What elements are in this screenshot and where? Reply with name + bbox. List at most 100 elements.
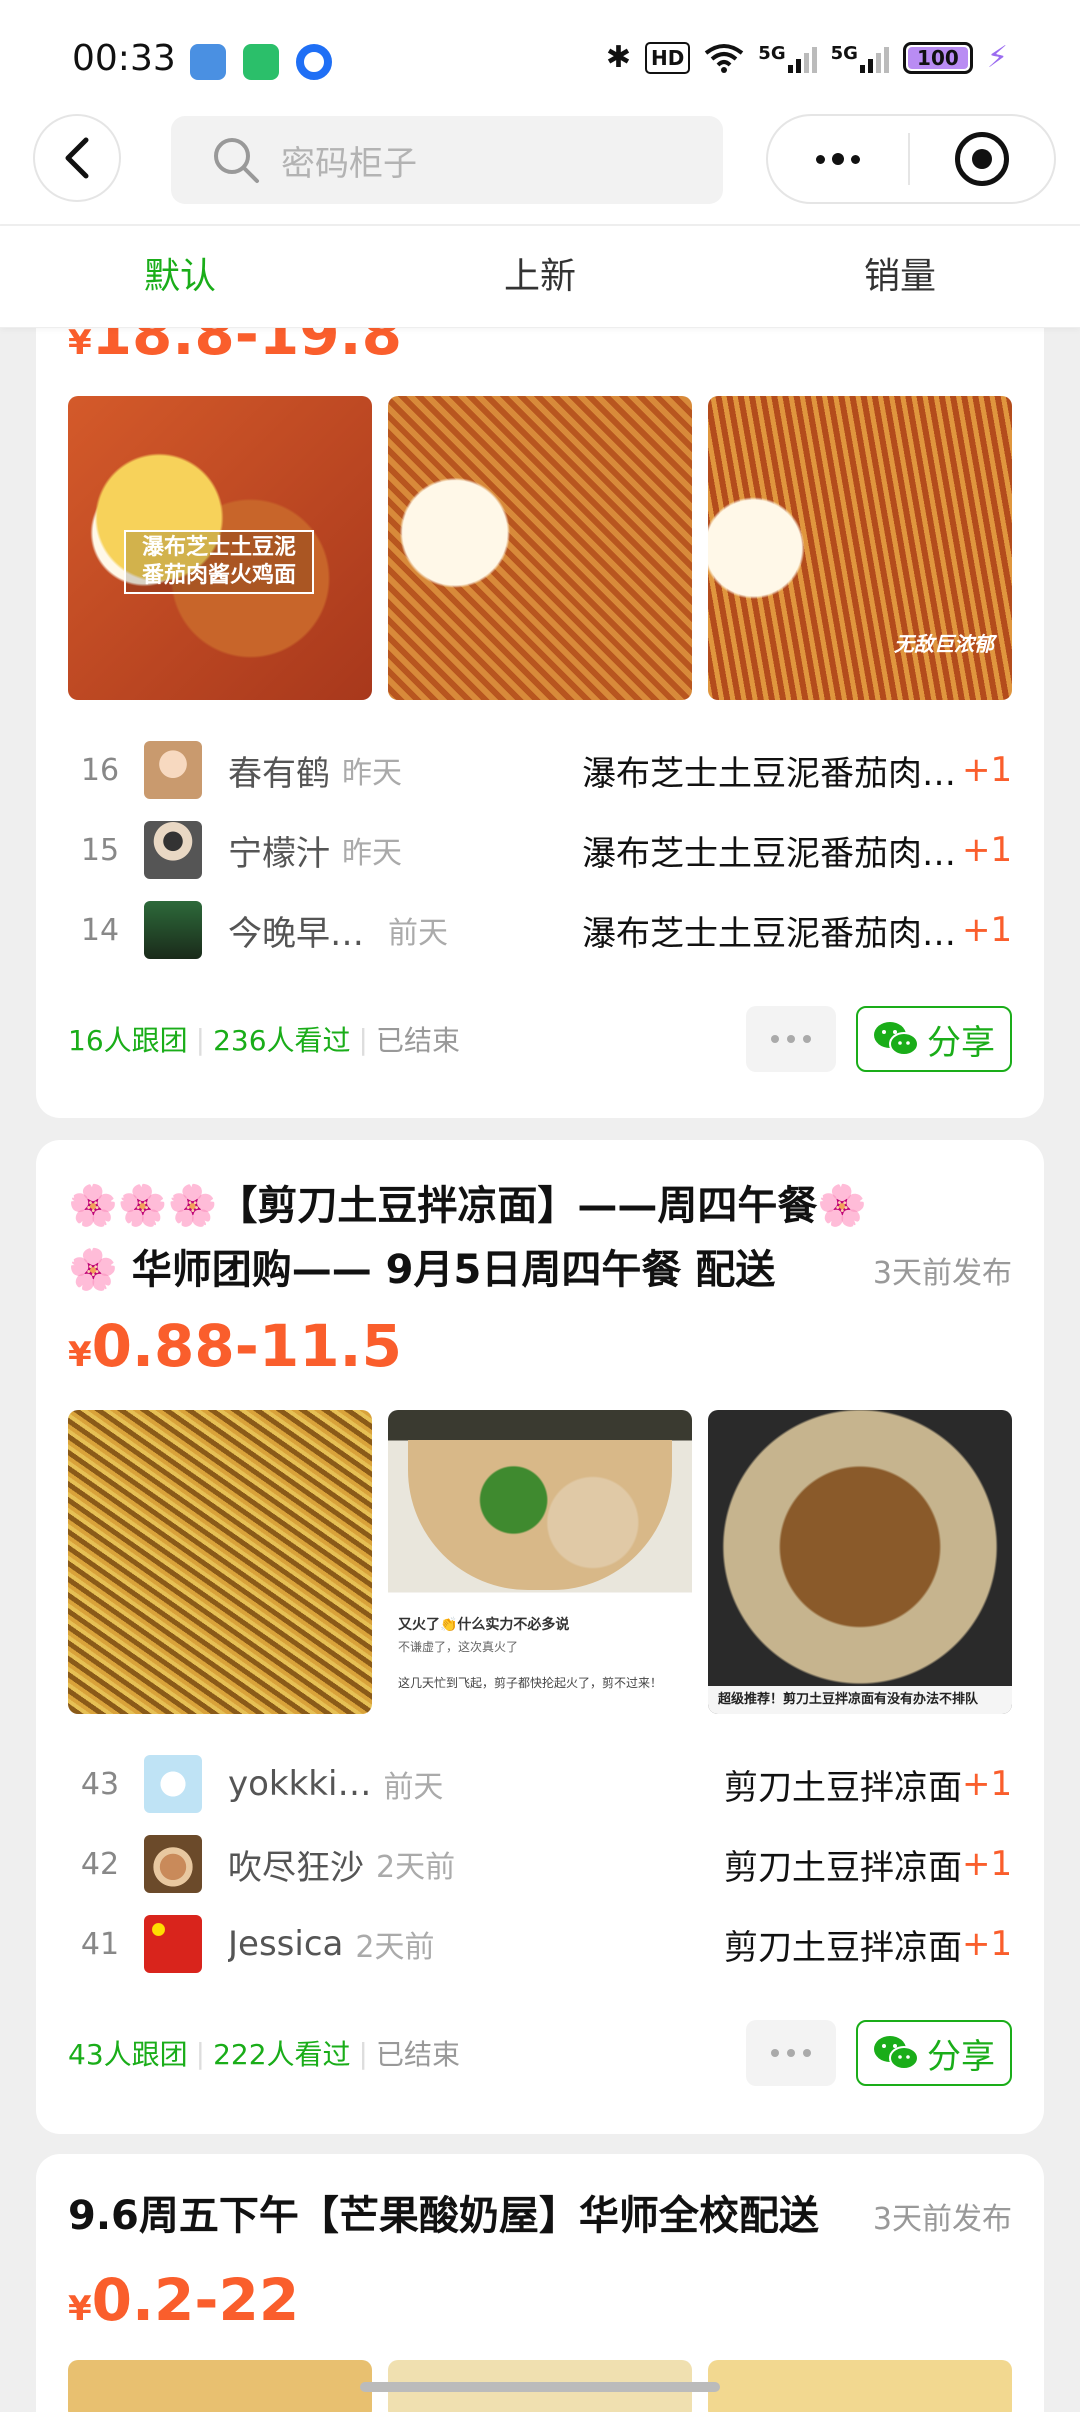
avatar bbox=[144, 741, 202, 799]
group-buy-card[interactable]: ¥18.8-19.8 瀑布芝士土豆泥番茄肉酱火鸡面 无敌巨浓郁 16 春有鹤 昨… bbox=[36, 260, 1044, 1118]
battery-icon: 100 bbox=[902, 41, 973, 74]
product-image[interactable]: 瀑布芝士土豆泥番茄肉酱火鸡面 bbox=[68, 396, 372, 700]
signal-1-icon: 5G bbox=[758, 43, 817, 73]
buyer-time: 前天 bbox=[383, 1770, 444, 1805]
search-icon bbox=[214, 138, 259, 183]
buyer-time: 昨天 bbox=[342, 756, 402, 791]
avatar bbox=[144, 1835, 202, 1893]
group-buy-card[interactable]: 🌸🌸🌸【剪刀土豆拌凉面】——周四午餐🌸 🌸 华师团购—— 9月5日周四午餐 配送… bbox=[36, 1140, 1044, 2134]
product-image[interactable]: 无敌巨浓郁 bbox=[708, 396, 1012, 700]
more-options-button[interactable] bbox=[746, 2020, 836, 2086]
divider: | bbox=[358, 1022, 368, 1056]
avatar bbox=[144, 901, 202, 959]
back-button[interactable] bbox=[33, 114, 121, 202]
group-buy-card[interactable]: 9.6周五下午【芒果酸奶屋】华师全校配送 3天前发布 ¥0.2-22 bbox=[36, 2154, 1044, 2412]
buyer-row: 16 春有鹤 昨天 瀑布芝士土豆泥番茄肉酱火鸡面 +1 bbox=[68, 730, 1012, 810]
price-range: ¥0.2-22 bbox=[68, 2266, 300, 2334]
buyer-name: 宁檬汁 bbox=[228, 833, 330, 874]
status-label: 已结束 bbox=[375, 2038, 460, 2071]
posted-time: 3天前发布 bbox=[858, 1248, 1012, 1292]
charging-icon: ⚡ bbox=[986, 40, 1008, 75]
product-images: 又火了👏什么实力不必多说 不谦虚了，这次真火了 这几天忙到飞起，剪子都快抡起火了… bbox=[68, 1410, 1012, 1714]
tab-new[interactable]: 上新 bbox=[360, 226, 720, 327]
target-icon bbox=[955, 132, 1009, 186]
status-time: 00:33 bbox=[72, 38, 176, 79]
noodle-bowl-graphic bbox=[408, 1440, 672, 1590]
bluetooth-icon: ✱ bbox=[605, 40, 631, 75]
battery-saver-app-icon bbox=[243, 44, 279, 80]
buyer-product: 剪刀土豆拌凉面 bbox=[724, 1847, 962, 1888]
navigation-bar: 密码柜子 bbox=[0, 112, 1080, 224]
share-button[interactable]: 分享 bbox=[856, 1006, 1012, 1072]
divider: | bbox=[195, 1022, 206, 1056]
product-image[interactable] bbox=[68, 2360, 372, 2412]
card-title: 9.6周五下午【芒果酸奶屋】华师全校配送 bbox=[68, 2193, 819, 2239]
status-label: 已结束 bbox=[375, 1024, 460, 1057]
posted-time: 3天前发布 bbox=[858, 2194, 1012, 2238]
buyer-index: 15 bbox=[80, 832, 120, 868]
browser-app-icon bbox=[296, 44, 332, 80]
more-options-button[interactable] bbox=[746, 1006, 836, 1072]
share-label: 分享 bbox=[927, 1022, 995, 1063]
buyer-row: 14 今晚早点睡 前天 瀑布芝士土豆泥番茄肉酱火鸡面 +1 bbox=[68, 890, 1012, 970]
image-caption: 瀑布芝士土豆泥番茄肉酱火鸡面 bbox=[124, 530, 314, 594]
buyer-row: 41 Jessica 2天前 剪刀土豆拌凉面 +1 bbox=[68, 1904, 1012, 1984]
buyer-name: Jessica bbox=[228, 1924, 344, 1964]
product-images: 瀑布芝士土豆泥番茄肉酱火鸡面 无敌巨浓郁 bbox=[68, 396, 1012, 700]
buyer-time: 2天前 bbox=[376, 1850, 456, 1885]
tab-sales[interactable]: 销量 bbox=[720, 226, 1080, 327]
product-image[interactable]: 又火了👏什么实力不必多说 不谦虚了，这次真火了 这几天忙到飞起，剪子都快抡起火了… bbox=[388, 1410, 692, 1714]
buyer-time: 昨天 bbox=[342, 836, 402, 871]
buyer-qty: +1 bbox=[962, 1924, 1013, 1964]
card-title-line-1: 🌸🌸🌸【剪刀土豆拌凉面】——周四午餐🌸 bbox=[68, 1183, 868, 1229]
chevron-left-icon bbox=[65, 137, 89, 179]
views-count: 222人看过 bbox=[213, 2038, 351, 2071]
card-footer: 43人跟团 | 222人看过 | 已结束 分享 bbox=[68, 2020, 1012, 2086]
share-label: 分享 bbox=[927, 2036, 995, 2077]
buyer-row: 43 yokkki… 前天 剪刀土豆拌凉面 +1 bbox=[68, 1744, 1012, 1824]
status-icons: ✱ HD 5G 5G 100 ⚡ bbox=[606, 40, 1008, 75]
search-input[interactable]: 密码柜子 bbox=[171, 116, 723, 204]
buyer-product: 瀑布芝士土豆泥番茄肉酱火鸡面 bbox=[582, 833, 962, 874]
image-caption: 超级推荐！剪刀土豆拌凉面有没有办法不排队 bbox=[708, 1686, 1012, 1714]
buyer-row: 42 吹尽狂沙 2天前 剪刀土豆拌凉面 +1 bbox=[68, 1824, 1012, 1904]
tab-default[interactable]: 默认 bbox=[0, 226, 360, 327]
status-bar: 00:33 ✱ HD 5G 5G 100 ⚡ bbox=[0, 0, 1080, 112]
buyer-time: 2天前 bbox=[355, 1930, 435, 1965]
search-placeholder: 密码柜子 bbox=[281, 143, 417, 184]
image-caption: 无敌巨浓郁 bbox=[894, 632, 994, 656]
image-caption: 又火了👏什么实力不必多说 不谦虚了，这次真火了 这几天忙到飞起，剪子都快抡起火了… bbox=[398, 1617, 663, 1690]
product-image[interactable] bbox=[708, 2360, 1012, 2412]
buyer-row: 15 宁檬汁 昨天 瀑布芝士土豆泥番茄肉酱火鸡面 +1 bbox=[68, 810, 1012, 890]
share-button[interactable]: 分享 bbox=[856, 2020, 1012, 2086]
product-image[interactable]: 超级推荐！剪刀土豆拌凉面有没有办法不排队 bbox=[708, 1410, 1012, 1714]
buyer-product: 剪刀土豆拌凉面 bbox=[724, 1767, 962, 1808]
price-range: ¥0.88-11.5 bbox=[68, 1312, 402, 1380]
card-title-line-2: 🌸 华师团购—— 9月5日周四午餐 配送 bbox=[68, 1247, 776, 1293]
buyer-qty: +1 bbox=[962, 1764, 1013, 1804]
close-miniprogram-button[interactable] bbox=[910, 132, 1054, 186]
followers-count: 16人跟团 bbox=[68, 1024, 188, 1057]
home-indicator[interactable] bbox=[360, 2382, 720, 2392]
followers-count: 43人跟团 bbox=[68, 2038, 188, 2071]
buyer-index: 41 bbox=[80, 1926, 120, 1962]
buyer-product: 瀑布芝士土豆泥番茄肉酱火鸡面 bbox=[582, 913, 962, 954]
buyer-qty: +1 bbox=[962, 830, 1013, 870]
buyer-index: 16 bbox=[80, 752, 120, 788]
buyer-name: 吹尽狂沙 bbox=[228, 1847, 364, 1888]
wifi-icon bbox=[705, 43, 744, 73]
divider: | bbox=[358, 2036, 368, 2070]
buyer-product: 剪刀土豆拌凉面 bbox=[724, 1927, 962, 1968]
signal-2-icon: 5G bbox=[831, 43, 889, 73]
divider: | bbox=[195, 2036, 206, 2070]
more-button[interactable] bbox=[768, 153, 908, 165]
wechat-icon bbox=[874, 1022, 919, 1056]
product-image[interactable] bbox=[388, 396, 692, 700]
product-image[interactable] bbox=[68, 1410, 372, 1714]
avatar bbox=[144, 1755, 202, 1813]
wechat-icon bbox=[874, 2036, 919, 2070]
buyer-time: 前天 bbox=[388, 916, 448, 951]
buyer-qty: +1 bbox=[962, 750, 1013, 790]
views-count: 236人看过 bbox=[213, 1024, 351, 1057]
avatar bbox=[144, 821, 202, 879]
